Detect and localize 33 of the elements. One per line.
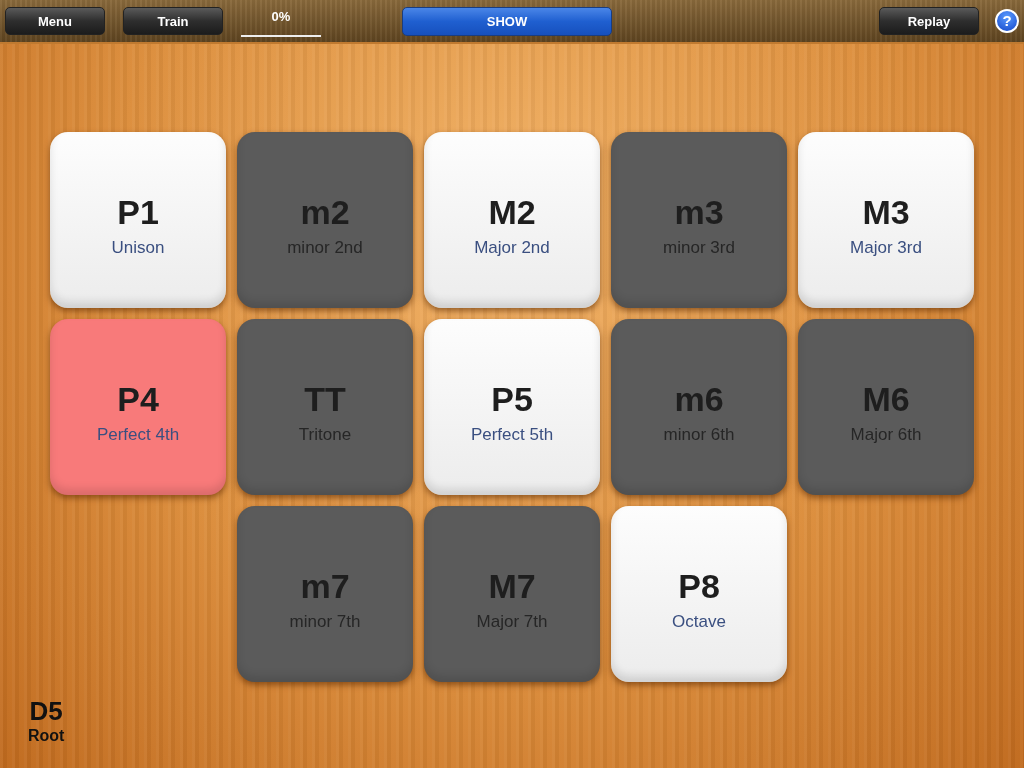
interval-name: Major 2nd (474, 237, 550, 258)
interval-tile[interactable]: P4 Perfect 4th (50, 319, 226, 495)
interval-tile[interactable]: P5 Perfect 5th (424, 319, 600, 495)
interval-symbol: P4 (117, 379, 159, 419)
progress-label: 0% (241, 5, 321, 37)
interval-name: Octave (672, 611, 726, 632)
help-button[interactable]: ? (995, 9, 1019, 33)
interval-tile[interactable]: P8 Octave (611, 506, 787, 682)
interval-symbol: M3 (862, 192, 910, 232)
interval-name: Major 3rd (850, 237, 922, 258)
interval-symbol: M7 (488, 566, 536, 606)
interval-symbol: m3 (674, 192, 724, 232)
interval-tile[interactable]: M2 Major 2nd (424, 132, 600, 308)
interval-tile[interactable]: P1 Unison (50, 132, 226, 308)
interval-symbol: P8 (678, 566, 720, 606)
interval-symbol: M6 (862, 379, 910, 419)
interval-symbol: TT (304, 379, 346, 419)
interval-symbol: P5 (491, 379, 533, 419)
interval-tile[interactable]: M3 Major 3rd (798, 132, 974, 308)
toolbar-button[interactable]: Menu (5, 7, 105, 35)
interval-symbol: m6 (674, 379, 724, 419)
interval-symbol: P1 (117, 192, 159, 232)
interval-symbol: m2 (300, 192, 350, 232)
interval-symbol: M2 (488, 192, 536, 232)
root-note: D5 (29, 696, 63, 727)
show-button[interactable]: SHOW (402, 6, 612, 36)
interval-name: Perfect 5th (470, 424, 554, 445)
replay-button[interactable]: Replay (879, 7, 979, 35)
interval-name: Perfect 4th (96, 424, 180, 445)
interval-symbol: m7 (300, 566, 350, 606)
root-label: Root (28, 727, 65, 745)
toolbar-button[interactable]: Train (123, 7, 223, 35)
interval-name: Unison (111, 237, 165, 258)
